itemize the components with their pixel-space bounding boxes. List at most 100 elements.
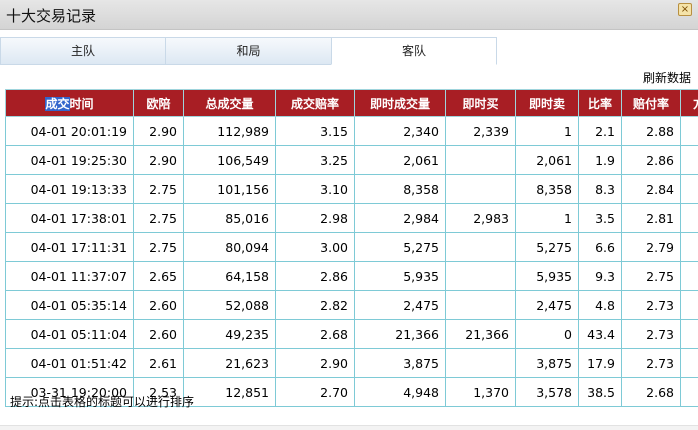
window-titlebar: 十大交易记录 × [0,0,698,30]
cell-instant-volume: 5,935 [354,261,446,291]
cell-euro-odds: 2.65 [133,261,184,291]
header-total-volume[interactable]: 总成交量 [183,89,276,117]
cell-method: 买 [680,116,698,146]
cell-payout-rate: 2.84 [621,174,681,204]
cell-instant-buy [445,348,516,378]
table-row: 04-01 11:37:07 2.65 64,158 2.86 5,935 5,935 9.… [5,261,698,291]
cell-total-volume: 21,623 [183,348,276,378]
cell-instant-sell: 3,875 [515,348,579,378]
cell-deal-odds: 3.15 [275,116,355,146]
cell-deal-odds: 2.98 [275,203,355,233]
cell-instant-buy [445,290,516,320]
cell-ratio: 6.6 [578,232,622,262]
cell-instant-buy: 1,370 [445,377,516,407]
cell-deal-odds: 2.86 [275,261,355,291]
tab-away-team[interactable]: 客队 [331,37,497,65]
cell-euro-odds: 2.75 [133,203,184,233]
cell-instant-buy [445,232,516,262]
cell-instant-volume: 21,366 [354,319,446,349]
cell-ratio: 2.1 [578,116,622,146]
cell-payout-rate: 2.88 [621,116,681,146]
header-instant-sell[interactable]: 即时卖 [515,89,579,117]
cell-time: 04-01 19:13:33 [5,174,134,204]
cell-payout-rate: 2.81 [621,203,681,233]
cell-time: 04-01 17:11:31 [5,232,134,262]
cell-method: 卖 [680,232,698,262]
cell-ratio: 4.8 [578,290,622,320]
cell-euro-odds: 2.90 [133,145,184,175]
cell-total-volume: 101,156 [183,174,276,204]
header-trade-time[interactable]: 成交时间 [5,89,134,117]
close-icon[interactable]: × [678,3,692,16]
table-row: 04-01 17:11:31 2.75 80,094 3.00 5,275 5,275 6.… [5,232,698,262]
cell-instant-buy [445,174,516,204]
cell-instant-sell: 1 [515,116,579,146]
header-deal-odds[interactable]: 成交赔率 [275,89,355,117]
cell-total-volume: 64,158 [183,261,276,291]
header-instant-volume[interactable]: 即时成交量 [354,89,446,117]
cell-instant-buy: 21,366 [445,319,516,349]
cell-ratio: 1.9 [578,145,622,175]
cell-deal-odds: 2.70 [275,377,355,407]
cell-instant-volume: 8,358 [354,174,446,204]
cell-total-volume: 85,016 [183,203,276,233]
cell-payout-rate: 2.73 [621,348,681,378]
cell-payout-rate: 2.86 [621,145,681,175]
table-row: 04-01 05:35:14 2.60 52,088 2.82 2,475 2,475 4.… [5,290,698,320]
cell-total-volume: 112,989 [183,116,276,146]
cell-total-volume: 12,851 [183,377,276,407]
table-row: 04-01 05:11:04 2.60 49,235 2.68 21,366 21,366… [5,319,698,349]
cell-method [680,377,698,407]
cell-ratio: 17.9 [578,348,622,378]
tab-bar: 主队 和局 客队 [0,37,497,65]
cell-deal-odds: 3.25 [275,145,355,175]
refresh-data-link[interactable]: 刷新数据 [643,69,691,86]
cell-payout-rate: 2.73 [621,319,681,349]
cell-payout-rate: 2.79 [621,232,681,262]
cell-instant-buy [445,145,516,175]
cell-instant-sell: 1 [515,203,579,233]
header-ratio[interactable]: 比率 [578,89,622,117]
cell-method: 买 [680,319,698,349]
cell-method: 卖 [680,348,698,378]
cell-euro-odds: 2.60 [133,319,184,349]
header-euro-odds[interactable]: 欧陪 [133,89,184,117]
cell-time: 04-01 05:11:04 [5,319,134,349]
cell-total-volume: 106,549 [183,145,276,175]
cell-time: 04-01 05:35:14 [5,290,134,320]
cell-time: 04-01 17:38:01 [5,203,134,233]
cell-instant-volume: 5,275 [354,232,446,262]
cell-method: 卖 [680,261,698,291]
cell-instant-volume: 2,340 [354,116,446,146]
cell-euro-odds: 2.90 [133,116,184,146]
cell-deal-odds: 2.68 [275,319,355,349]
cell-method: 卖 [680,290,698,320]
header-payout-rate[interactable]: 赔付率 [621,89,681,117]
cell-payout-rate: 2.75 [621,261,681,291]
cell-instant-sell: 2,475 [515,290,579,320]
cell-deal-odds: 2.82 [275,290,355,320]
cell-euro-odds: 2.60 [133,290,184,320]
cell-deal-odds: 2.90 [275,348,355,378]
cell-deal-odds: 3.10 [275,174,355,204]
sort-hint: 提示:点击表格的标题可以进行排序 [10,395,195,409]
cell-euro-odds: 2.75 [133,232,184,262]
cell-instant-sell: 8,358 [515,174,579,204]
cell-euro-odds: 2.75 [133,174,184,204]
tab-draw[interactable]: 和局 [165,37,332,65]
cell-instant-sell: 0 [515,319,579,349]
cell-ratio: 9.3 [578,261,622,291]
cell-payout-rate: 2.68 [621,377,681,407]
table-row: 04-01 20:01:19 2.90 112,989 3.15 2,340 2,339 1… [5,116,698,146]
cell-instant-volume: 2,984 [354,203,446,233]
cell-instant-volume: 2,475 [354,290,446,320]
header-instant-buy[interactable]: 即时买 [445,89,516,117]
trade-records-table: 成交时间 欧陪 总成交量 成交赔率 即时成交量 即时买 即时卖 比率 赔付率 方… [5,89,698,407]
tab-home-team[interactable]: 主队 [0,37,166,65]
table-row: 04-01 01:51:42 2.61 21,623 2.90 3,875 3,875 17… [5,348,698,378]
header-method[interactable]: 方式 [680,89,698,117]
cell-instant-buy [445,261,516,291]
cell-time: 04-01 11:37:07 [5,261,134,291]
table-row: 04-01 19:13:33 2.75 101,156 3.10 8,358 8,358 8… [5,174,698,204]
cell-time: 04-01 20:01:19 [5,116,134,146]
